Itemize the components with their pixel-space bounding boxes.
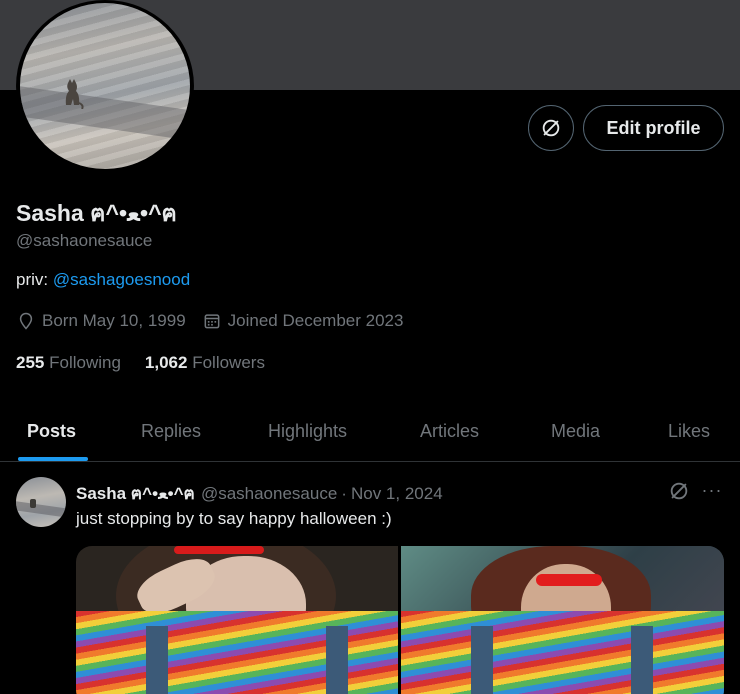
post-date[interactable]: Nov 1, 2024	[351, 484, 443, 504]
edit-profile-button[interactable]: Edit profile	[583, 105, 724, 151]
post-author-handle[interactable]: @sashaonesauce	[201, 484, 337, 504]
location-pin-icon	[19, 312, 33, 330]
post-avatar-shoreline	[16, 500, 66, 519]
active-tab-indicator	[18, 457, 88, 461]
photo1-eye-censor	[174, 546, 264, 554]
photo1-overall-strap	[326, 626, 348, 694]
followers-label: Followers	[192, 353, 265, 372]
following-count: 255	[16, 353, 45, 372]
calendar-icon	[204, 314, 220, 329]
joined-item: Joined December 2023	[202, 311, 404, 331]
joined-date: Joined December 2023	[227, 311, 404, 330]
tab-posts[interactable]: Posts	[27, 400, 76, 462]
tab-likes[interactable]: Likes	[668, 400, 710, 462]
photo2-overall-strap	[471, 626, 493, 694]
profile-meta: Born May 10, 1999 Joined December 2023	[16, 311, 419, 331]
profile-avatar[interactable]	[20, 3, 190, 169]
post-photo-2[interactable]	[401, 546, 724, 694]
photo2-striped-sweater	[401, 611, 724, 694]
post-text: just stopping by to say happy halloween …	[76, 509, 392, 528]
bio-mention-link[interactable]: @sashagoesnood	[53, 270, 190, 289]
profile-tabs: Posts Replies Highlights Articles Media …	[0, 400, 740, 462]
avatar-water-texture	[20, 3, 190, 169]
profile-handle: @sashaonesauce	[16, 231, 153, 250]
photo1-overall-strap	[146, 626, 168, 694]
tab-media[interactable]: Media	[551, 400, 600, 462]
profile-name: Sasha ฅ^•ﻌ•^ฅ	[16, 200, 177, 226]
post-avatar-cat	[30, 499, 36, 508]
slash-circle-icon	[670, 482, 688, 500]
post-separator: ·	[341, 483, 347, 503]
post-photo-1[interactable]	[76, 546, 398, 694]
grok-unlink-button[interactable]	[528, 105, 574, 151]
follow-stats: 255 Following 1,062 Followers	[16, 353, 289, 373]
post-author-name[interactable]: Sasha ฅ^•ﻌ•^ฅ	[76, 480, 195, 507]
profile-bio: priv: @sashagoesnood	[16, 270, 190, 290]
photo2-overall-strap	[631, 626, 653, 694]
post-avatar[interactable]	[16, 477, 66, 527]
following-link[interactable]: 255 Following	[16, 353, 121, 373]
tab-articles[interactable]: Articles	[420, 400, 479, 462]
slash-circle-icon	[542, 119, 560, 137]
post-grok-button[interactable]	[668, 480, 690, 502]
birthday-item: Born May 10, 1999	[16, 311, 186, 331]
photo2-eye-censor	[536, 574, 602, 586]
post-media	[76, 546, 724, 694]
cat-silhouette	[65, 79, 84, 109]
tab-highlights[interactable]: Highlights	[268, 400, 347, 462]
followers-link[interactable]: 1,062 Followers	[145, 353, 265, 373]
born-date: Born May 10, 1999	[42, 311, 186, 330]
followers-count: 1,062	[144, 353, 188, 372]
post-header: Sasha ฅ^•ﻌ•^ฅ @sashaonesauce · Nov 1, 20…	[76, 480, 443, 507]
following-label: Following	[49, 353, 121, 372]
more-horizontal-icon[interactable]: ···	[700, 478, 724, 502]
photo1-striped-sweater	[76, 611, 398, 694]
tab-replies[interactable]: Replies	[141, 400, 201, 462]
bio-prefix: priv:	[16, 270, 53, 289]
